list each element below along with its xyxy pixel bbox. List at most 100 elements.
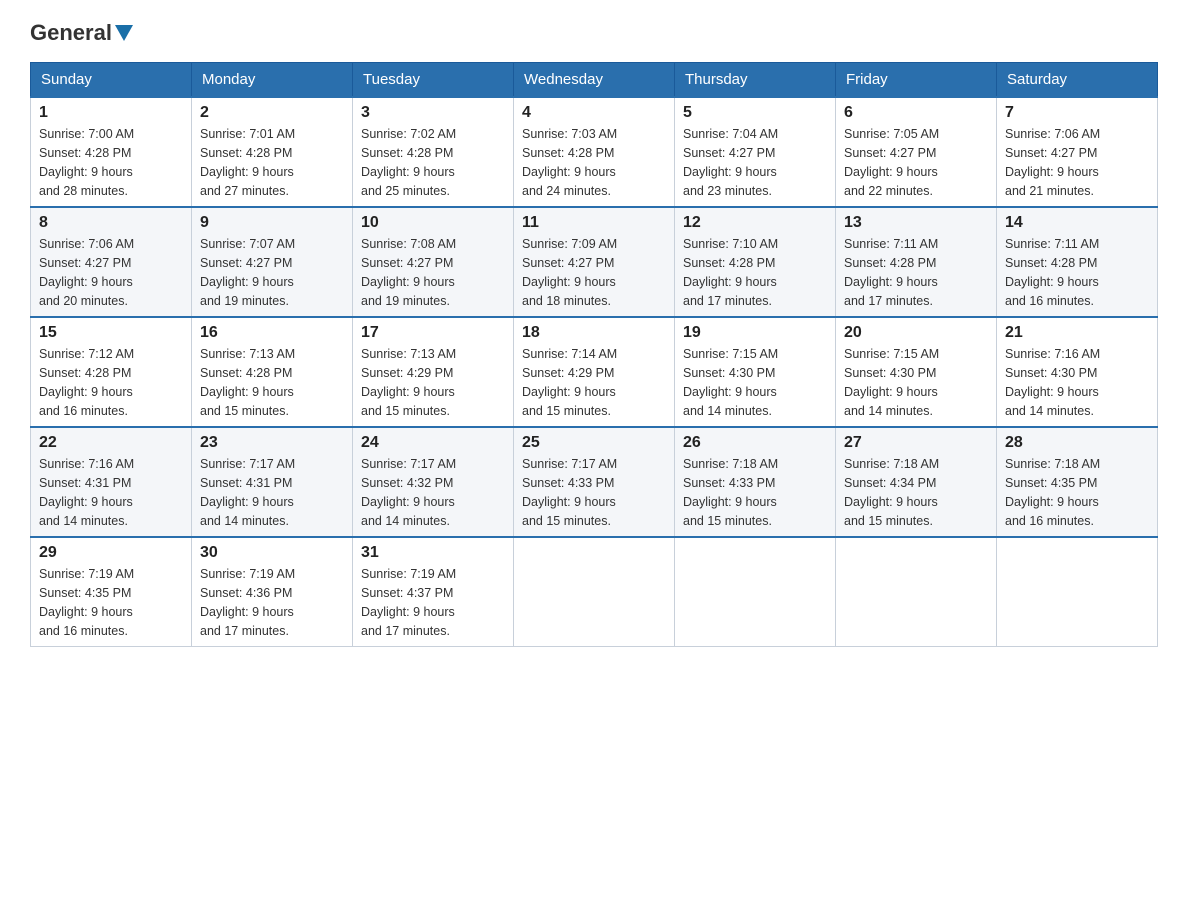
day-number: 10 (361, 214, 505, 232)
day-info: Sunrise: 7:06 AM Sunset: 4:27 PM Dayligh… (39, 235, 183, 310)
day-number: 8 (39, 214, 183, 232)
header-monday: Monday (192, 63, 353, 98)
day-number: 4 (522, 104, 666, 122)
day-info: Sunrise: 7:18 AM Sunset: 4:33 PM Dayligh… (683, 455, 827, 530)
calendar-cell: 14 Sunrise: 7:11 AM Sunset: 4:28 PM Dayl… (997, 207, 1158, 317)
day-info: Sunrise: 7:16 AM Sunset: 4:30 PM Dayligh… (1005, 345, 1149, 420)
calendar-cell: 19 Sunrise: 7:15 AM Sunset: 4:30 PM Dayl… (675, 317, 836, 427)
day-number: 29 (39, 544, 183, 562)
header-friday: Friday (836, 63, 997, 98)
day-info: Sunrise: 7:00 AM Sunset: 4:28 PM Dayligh… (39, 125, 183, 200)
day-info: Sunrise: 7:15 AM Sunset: 4:30 PM Dayligh… (844, 345, 988, 420)
calendar-cell: 6 Sunrise: 7:05 AM Sunset: 4:27 PM Dayli… (836, 97, 997, 207)
day-info: Sunrise: 7:17 AM Sunset: 4:33 PM Dayligh… (522, 455, 666, 530)
calendar-cell: 2 Sunrise: 7:01 AM Sunset: 4:28 PM Dayli… (192, 97, 353, 207)
day-number: 21 (1005, 324, 1149, 342)
day-info: Sunrise: 7:18 AM Sunset: 4:35 PM Dayligh… (1005, 455, 1149, 530)
calendar-cell: 30 Sunrise: 7:19 AM Sunset: 4:36 PM Dayl… (192, 537, 353, 647)
day-info: Sunrise: 7:11 AM Sunset: 4:28 PM Dayligh… (844, 235, 988, 310)
day-number: 1 (39, 104, 183, 122)
day-number: 14 (1005, 214, 1149, 232)
day-info: Sunrise: 7:02 AM Sunset: 4:28 PM Dayligh… (361, 125, 505, 200)
header-thursday: Thursday (675, 63, 836, 98)
calendar-cell: 7 Sunrise: 7:06 AM Sunset: 4:27 PM Dayli… (997, 97, 1158, 207)
calendar-cell: 31 Sunrise: 7:19 AM Sunset: 4:37 PM Dayl… (353, 537, 514, 647)
calendar-cell (675, 537, 836, 647)
weekday-header-row: Sunday Monday Tuesday Wednesday Thursday… (31, 63, 1158, 98)
day-info: Sunrise: 7:17 AM Sunset: 4:31 PM Dayligh… (200, 455, 344, 530)
header-tuesday: Tuesday (353, 63, 514, 98)
calendar-cell: 23 Sunrise: 7:17 AM Sunset: 4:31 PM Dayl… (192, 427, 353, 537)
calendar-cell (514, 537, 675, 647)
calendar-cell: 27 Sunrise: 7:18 AM Sunset: 4:34 PM Dayl… (836, 427, 997, 537)
calendar-cell: 3 Sunrise: 7:02 AM Sunset: 4:28 PM Dayli… (353, 97, 514, 207)
calendar-cell: 26 Sunrise: 7:18 AM Sunset: 4:33 PM Dayl… (675, 427, 836, 537)
calendar-cell: 16 Sunrise: 7:13 AM Sunset: 4:28 PM Dayl… (192, 317, 353, 427)
day-number: 6 (844, 104, 988, 122)
day-info: Sunrise: 7:12 AM Sunset: 4:28 PM Dayligh… (39, 345, 183, 420)
day-number: 26 (683, 434, 827, 452)
day-number: 9 (200, 214, 344, 232)
calendar-cell: 28 Sunrise: 7:18 AM Sunset: 4:35 PM Dayl… (997, 427, 1158, 537)
calendar-cell: 21 Sunrise: 7:16 AM Sunset: 4:30 PM Dayl… (997, 317, 1158, 427)
day-info: Sunrise: 7:18 AM Sunset: 4:34 PM Dayligh… (844, 455, 988, 530)
header-wednesday: Wednesday (514, 63, 675, 98)
day-info: Sunrise: 7:07 AM Sunset: 4:27 PM Dayligh… (200, 235, 344, 310)
day-number: 17 (361, 324, 505, 342)
day-number: 22 (39, 434, 183, 452)
calendar-week-row: 1 Sunrise: 7:00 AM Sunset: 4:28 PM Dayli… (31, 97, 1158, 207)
day-number: 28 (1005, 434, 1149, 452)
day-info: Sunrise: 7:13 AM Sunset: 4:29 PM Dayligh… (361, 345, 505, 420)
day-info: Sunrise: 7:06 AM Sunset: 4:27 PM Dayligh… (1005, 125, 1149, 200)
calendar-week-row: 8 Sunrise: 7:06 AM Sunset: 4:27 PM Dayli… (31, 207, 1158, 317)
calendar-cell: 29 Sunrise: 7:19 AM Sunset: 4:35 PM Dayl… (31, 537, 192, 647)
day-info: Sunrise: 7:09 AM Sunset: 4:27 PM Dayligh… (522, 235, 666, 310)
calendar-cell (836, 537, 997, 647)
calendar-table: Sunday Monday Tuesday Wednesday Thursday… (30, 62, 1158, 647)
day-number: 25 (522, 434, 666, 452)
calendar-cell: 25 Sunrise: 7:17 AM Sunset: 4:33 PM Dayl… (514, 427, 675, 537)
calendar-cell: 4 Sunrise: 7:03 AM Sunset: 4:28 PM Dayli… (514, 97, 675, 207)
day-info: Sunrise: 7:19 AM Sunset: 4:36 PM Dayligh… (200, 565, 344, 640)
day-info: Sunrise: 7:10 AM Sunset: 4:28 PM Dayligh… (683, 235, 827, 310)
calendar-week-row: 22 Sunrise: 7:16 AM Sunset: 4:31 PM Dayl… (31, 427, 1158, 537)
day-number: 27 (844, 434, 988, 452)
day-info: Sunrise: 7:05 AM Sunset: 4:27 PM Dayligh… (844, 125, 988, 200)
day-number: 12 (683, 214, 827, 232)
calendar-week-row: 29 Sunrise: 7:19 AM Sunset: 4:35 PM Dayl… (31, 537, 1158, 647)
day-number: 20 (844, 324, 988, 342)
calendar-cell: 10 Sunrise: 7:08 AM Sunset: 4:27 PM Dayl… (353, 207, 514, 317)
day-info: Sunrise: 7:13 AM Sunset: 4:28 PM Dayligh… (200, 345, 344, 420)
logo-general-text: General (30, 20, 112, 46)
day-number: 13 (844, 214, 988, 232)
calendar-cell: 24 Sunrise: 7:17 AM Sunset: 4:32 PM Dayl… (353, 427, 514, 537)
day-info: Sunrise: 7:19 AM Sunset: 4:35 PM Dayligh… (39, 565, 183, 640)
day-number: 7 (1005, 104, 1149, 122)
logo: General (30, 20, 135, 46)
calendar-cell (997, 537, 1158, 647)
calendar-cell: 5 Sunrise: 7:04 AM Sunset: 4:27 PM Dayli… (675, 97, 836, 207)
day-info: Sunrise: 7:14 AM Sunset: 4:29 PM Dayligh… (522, 345, 666, 420)
calendar-cell: 18 Sunrise: 7:14 AM Sunset: 4:29 PM Dayl… (514, 317, 675, 427)
day-info: Sunrise: 7:08 AM Sunset: 4:27 PM Dayligh… (361, 235, 505, 310)
header-sunday: Sunday (31, 63, 192, 98)
calendar-cell: 22 Sunrise: 7:16 AM Sunset: 4:31 PM Dayl… (31, 427, 192, 537)
page-header: General (30, 20, 1158, 46)
day-info: Sunrise: 7:19 AM Sunset: 4:37 PM Dayligh… (361, 565, 505, 640)
calendar-cell: 15 Sunrise: 7:12 AM Sunset: 4:28 PM Dayl… (31, 317, 192, 427)
day-number: 30 (200, 544, 344, 562)
calendar-week-row: 15 Sunrise: 7:12 AM Sunset: 4:28 PM Dayl… (31, 317, 1158, 427)
day-number: 19 (683, 324, 827, 342)
day-info: Sunrise: 7:11 AM Sunset: 4:28 PM Dayligh… (1005, 235, 1149, 310)
day-info: Sunrise: 7:16 AM Sunset: 4:31 PM Dayligh… (39, 455, 183, 530)
day-number: 15 (39, 324, 183, 342)
calendar-cell: 20 Sunrise: 7:15 AM Sunset: 4:30 PM Dayl… (836, 317, 997, 427)
day-number: 11 (522, 214, 666, 232)
calendar-cell: 17 Sunrise: 7:13 AM Sunset: 4:29 PM Dayl… (353, 317, 514, 427)
day-info: Sunrise: 7:17 AM Sunset: 4:32 PM Dayligh… (361, 455, 505, 530)
day-info: Sunrise: 7:01 AM Sunset: 4:28 PM Dayligh… (200, 125, 344, 200)
day-number: 23 (200, 434, 344, 452)
calendar-cell: 11 Sunrise: 7:09 AM Sunset: 4:27 PM Dayl… (514, 207, 675, 317)
day-info: Sunrise: 7:15 AM Sunset: 4:30 PM Dayligh… (683, 345, 827, 420)
header-saturday: Saturday (997, 63, 1158, 98)
